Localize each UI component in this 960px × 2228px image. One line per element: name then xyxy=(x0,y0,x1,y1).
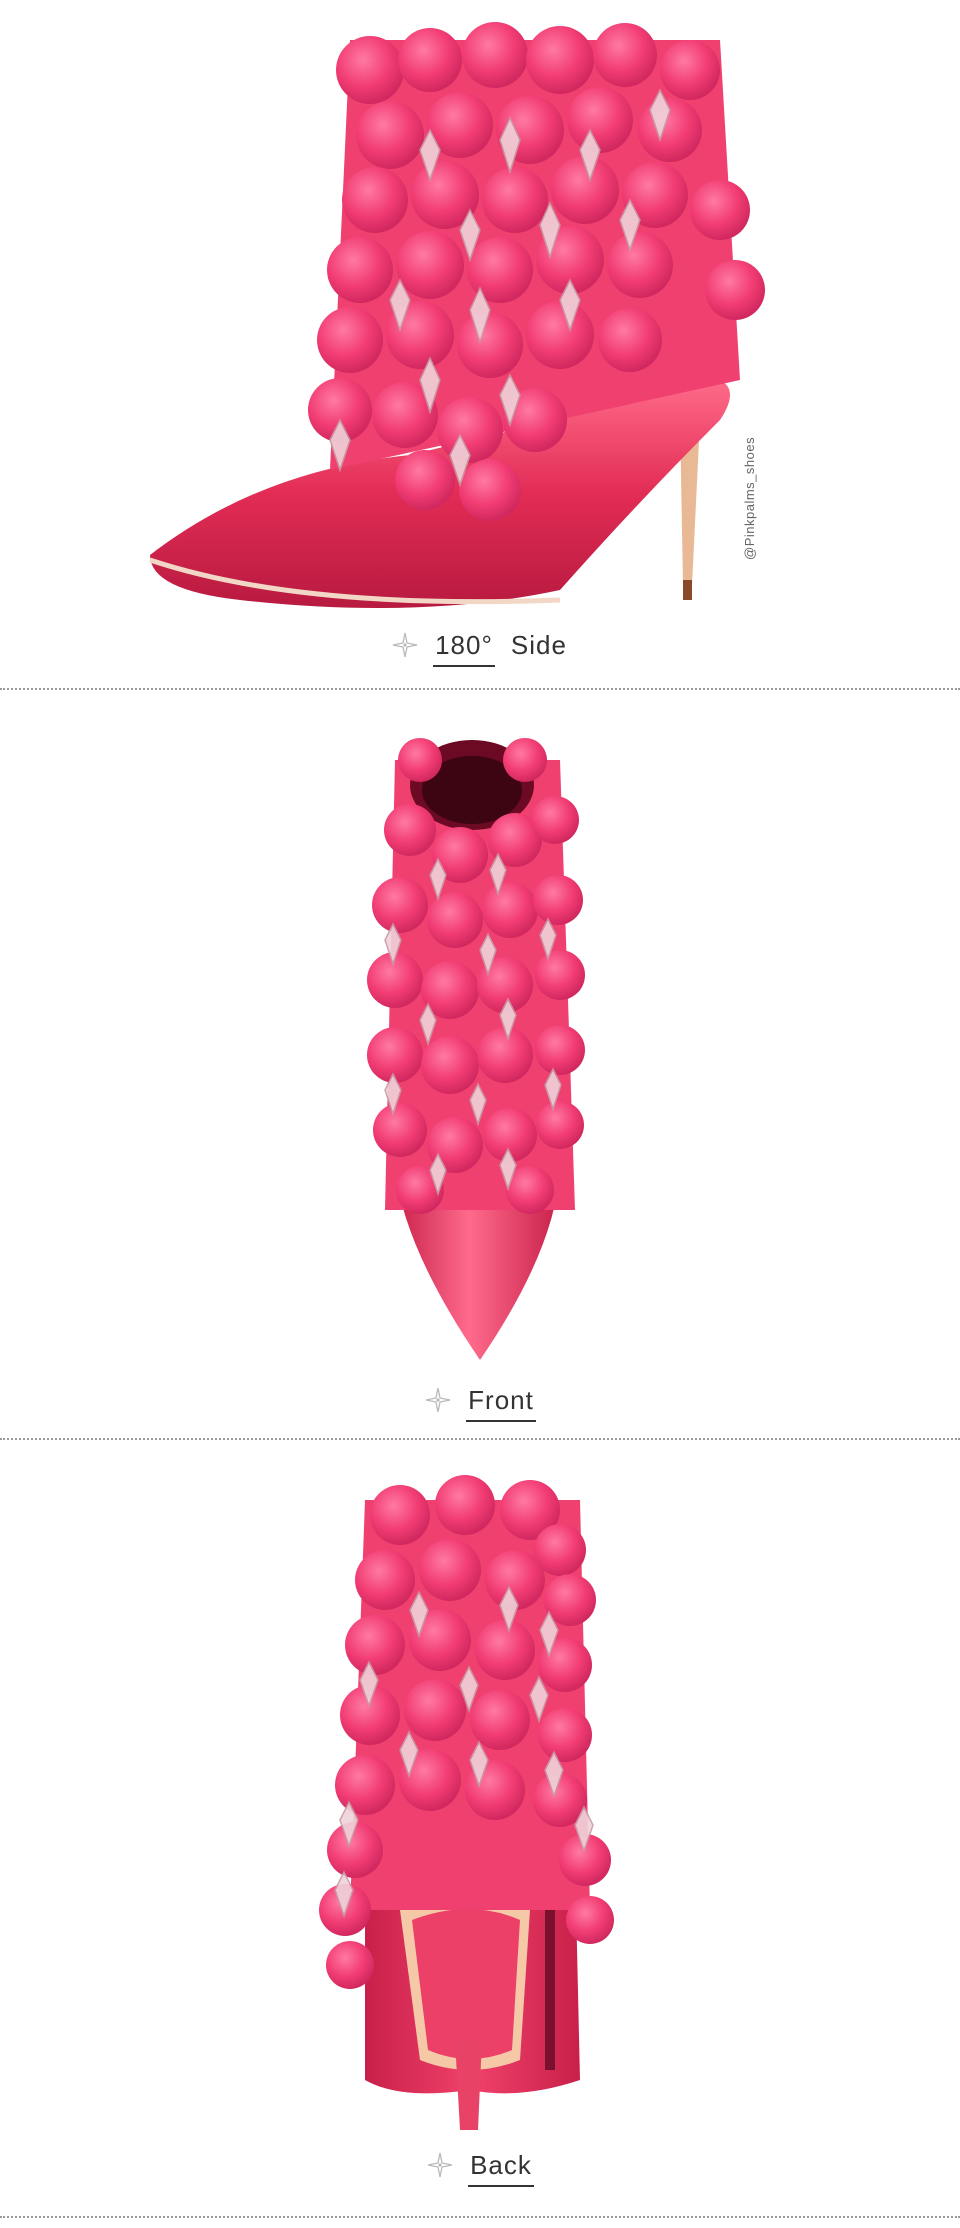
watermark-text: @Pinkpalms_shoes xyxy=(742,436,757,560)
caption-side-view: 180° Side xyxy=(0,625,960,667)
view-label-name: Side xyxy=(510,629,567,660)
compass-marker-icon xyxy=(426,1387,451,1413)
caption-front-view: Front xyxy=(0,1380,960,1422)
back-view-boot-image xyxy=(319,1475,614,2130)
side-view-boot-image xyxy=(149,22,765,608)
section-front-view: Front xyxy=(0,690,960,1440)
compass-marker-icon xyxy=(392,632,418,658)
view-label-name: Front xyxy=(466,1384,536,1422)
side-view-photo xyxy=(0,0,960,620)
caption-back-view: Back xyxy=(0,2145,960,2187)
section-back-view: Back xyxy=(0,1440,960,2228)
compass-marker-icon xyxy=(427,2152,453,2178)
section-side-view: @Pinkpalms_shoes 180° Side xyxy=(0,0,960,690)
front-view-boot-image xyxy=(367,738,585,1360)
view-label-angle: 180° xyxy=(433,629,495,667)
front-view-photo xyxy=(0,690,960,1370)
back-view-photo xyxy=(0,1440,960,2130)
view-label-name: Back xyxy=(468,2149,534,2187)
section-divider xyxy=(0,2216,960,2218)
